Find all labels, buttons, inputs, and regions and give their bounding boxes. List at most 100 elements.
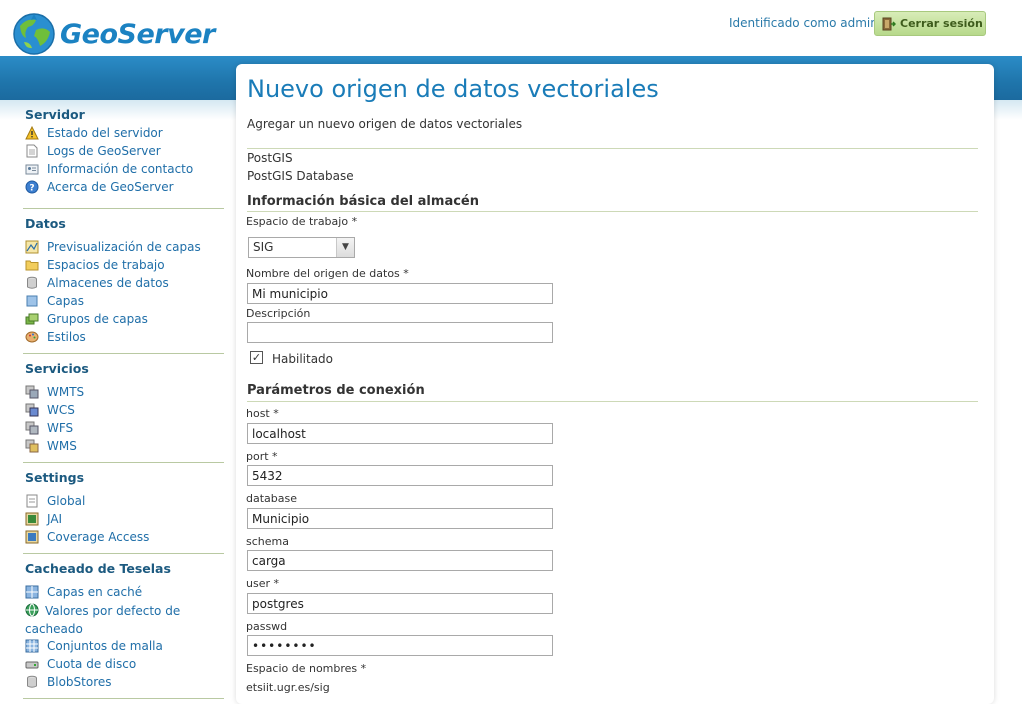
service-icon [25, 439, 39, 453]
nav-section-title: Cacheado de Teselas [25, 561, 171, 576]
host-input[interactable] [247, 423, 553, 444]
divider [247, 401, 978, 402]
logo-text: GeoServer [60, 18, 215, 50]
nav-item-tile-layers[interactable]: Capas en caché [25, 583, 224, 601]
nav-item-styles[interactable]: Estilos [25, 328, 224, 346]
nav-item-blobstores[interactable]: BlobStores [25, 673, 224, 691]
nav-item-logs[interactable]: Logs de GeoServer [25, 142, 224, 160]
chevron-down-icon: ▼ [336, 238, 354, 257]
disk-icon [25, 661, 39, 669]
workspace-select[interactable]: SIG ▼ [248, 237, 355, 258]
nav-item-disk-quota[interactable]: Cuota de disco [25, 655, 224, 673]
workspace-select-value: SIG [253, 240, 274, 254]
layers-icon [26, 295, 38, 307]
datastore-name-label: Nombre del origen de datos * [246, 267, 409, 280]
nav-section-servidor: Servidor Estado del servidor Logs de Geo… [25, 106, 224, 196]
port-input[interactable] [247, 465, 553, 486]
nav-item-contact[interactable]: Información de contacto [25, 160, 224, 178]
nav-divider [23, 553, 224, 554]
palette-icon [25, 331, 39, 343]
port-label: port * [246, 450, 278, 463]
nav-section-settings: Settings Global JAI Coverage Access [25, 469, 224, 546]
nav-item-wms[interactable]: WMS [25, 437, 224, 455]
warning-icon [25, 126, 39, 140]
nav-item-stores[interactable]: Almacenes de datos [25, 274, 224, 292]
nav-section-servicios: Servicios WMTS WCS WFS WMS [25, 360, 224, 455]
nav-item-layer-preview[interactable]: Previsualización de capas [25, 238, 224, 256]
store-type-description: PostGIS Database [247, 169, 354, 183]
database-label: database [246, 492, 297, 505]
layer-group-icon [25, 313, 39, 325]
enabled-label: Habilitado [272, 352, 334, 366]
database-icon [27, 675, 37, 688]
login-status: Identificado como admin. [729, 16, 882, 30]
geoserver-logo[interactable]: GeoServer [12, 12, 215, 56]
user-input[interactable] [247, 593, 553, 614]
image-settings-icon [25, 530, 39, 544]
settings-page-icon [26, 494, 38, 508]
contact-card-icon [25, 164, 39, 175]
database-input[interactable] [247, 508, 553, 529]
enabled-checkbox[interactable]: ✓ [250, 351, 263, 364]
password-input[interactable] [247, 635, 553, 656]
nav-item-layer-groups[interactable]: Grupos de capas [25, 310, 224, 328]
nav-item-coverage-access[interactable]: Coverage Access [25, 528, 224, 546]
nav-item-wfs[interactable]: WFS [25, 419, 224, 437]
service-icon [25, 421, 39, 435]
service-icon [25, 403, 39, 417]
nav-section-title: Datos [25, 216, 66, 231]
nav-item-workspaces[interactable]: Espacios de trabajo [25, 256, 224, 274]
nav-item-server-status[interactable]: Estado del servidor [25, 124, 224, 142]
schema-label: schema [246, 535, 289, 548]
nav-item-jai[interactable]: JAI [25, 510, 224, 528]
layer-preview-icon [25, 240, 39, 254]
document-icon [26, 144, 38, 158]
nav-section-title: Servicios [25, 361, 89, 376]
logout-button[interactable]: Cerrar sesión [874, 11, 986, 36]
divider [247, 211, 978, 212]
user-label: user * [246, 577, 279, 590]
description-input[interactable] [247, 322, 553, 343]
datastore-name-input[interactable] [247, 283, 553, 304]
folder-icon [25, 260, 39, 271]
nav-divider [23, 698, 224, 699]
logout-door-icon [882, 17, 896, 30]
nav-item-caching-defaults[interactable]: Valores por defecto de cacheado [25, 601, 224, 637]
help-icon: ? [25, 180, 39, 194]
nav-item-wmts[interactable]: WMTS [25, 383, 224, 401]
host-label: host * [246, 407, 279, 420]
nav-item-gridsets[interactable]: Conjuntos de malla [25, 637, 224, 655]
grid-icon [25, 585, 39, 599]
globe-icon [25, 603, 39, 617]
check-mark-icon: ✓ [251, 351, 262, 364]
namespace-value: etsiit.ugr.es/sig [246, 681, 330, 694]
nav-item-global[interactable]: Global [25, 492, 224, 510]
password-label: passwd [246, 620, 288, 633]
grid-icon [25, 639, 39, 653]
nav-divider [23, 462, 224, 463]
page-title: Nuevo origen de datos vectoriales [247, 75, 659, 103]
globe-logo-icon [13, 13, 55, 55]
nav-divider [23, 208, 224, 209]
divider [247, 148, 978, 149]
nav-section-datos: Datos Previsualización de capas Espacios… [25, 215, 224, 346]
nav-divider [23, 353, 224, 354]
svg-text:?: ? [29, 184, 34, 194]
nav-item-wcs[interactable]: WCS [25, 401, 224, 419]
connection-params-heading: Parámetros de conexión [247, 383, 425, 398]
image-settings-icon [25, 512, 39, 526]
basic-info-heading: Información básica del almacén [247, 194, 479, 209]
database-icon [27, 276, 37, 289]
nav-section-title: Settings [25, 470, 85, 485]
nav-item-layers[interactable]: Capas [25, 292, 224, 310]
schema-input[interactable] [247, 550, 553, 571]
header: GeoServer Identificado como admin. Cerra… [0, 0, 1022, 56]
description-label: Descripción [246, 307, 311, 320]
nav-section-title: Servidor [25, 107, 85, 122]
store-type: PostGIS [247, 151, 293, 165]
namespace-label: Espacio de nombres * [246, 662, 367, 675]
logout-label: Cerrar sesión [900, 17, 983, 30]
nav-item-about[interactable]: ? Acerca de GeoServer [25, 178, 224, 196]
workspace-label: Espacio de trabajo * [246, 215, 358, 228]
page-subtitle: Agregar un nuevo origen de datos vectori… [247, 117, 523, 131]
